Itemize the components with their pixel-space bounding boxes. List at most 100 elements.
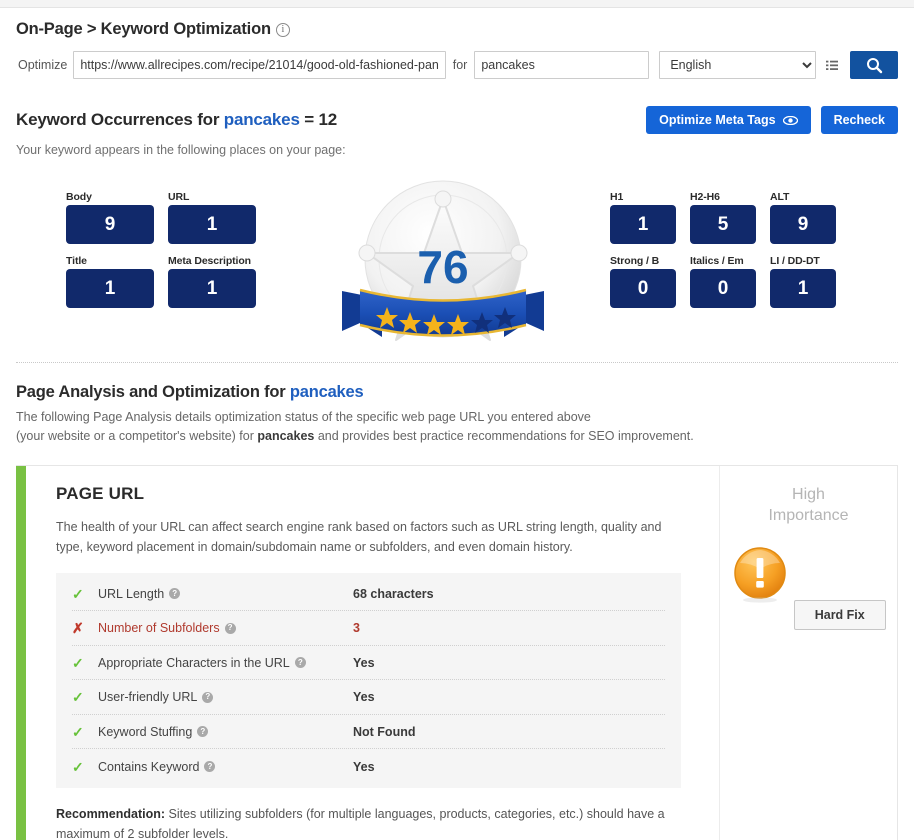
check-label: User-friendly URL <box>98 690 197 704</box>
help-icon[interactable]: ? <box>295 657 306 668</box>
panel-importance-side: High Importance Hard Fix <box>719 466 897 840</box>
table-row: ✓ User-friendly URL ? Yes <box>72 680 665 715</box>
analysis-description-line1: The following Page Analysis details opti… <box>16 408 898 427</box>
check-icon: ✓ <box>72 725 98 739</box>
list-view-button[interactable] <box>820 51 844 79</box>
analysis-keyword: pancakes <box>290 383 364 401</box>
analysis-desc-part-b: and provides best practice recommendatio… <box>314 429 693 443</box>
stat-italics-em: Italics / Em 0 <box>690 255 756 308</box>
help-icon[interactable]: ? <box>202 692 213 703</box>
analysis-title-prefix: Page Analysis and Optimization for <box>16 383 285 401</box>
stat-body: Body 9 <box>66 191 154 244</box>
stat-value: 9 <box>770 205 836 244</box>
stat-label: ALT <box>770 191 836 203</box>
optimize-label: Optimize <box>16 58 73 72</box>
stat-label: Title <box>66 255 154 267</box>
check-label: Number of Subfolders <box>98 621 220 635</box>
stat-value: 0 <box>610 269 676 308</box>
page-analysis-header: Page Analysis and Optimization for panca… <box>0 363 914 447</box>
importance-line1: High <box>730 484 887 506</box>
language-select[interactable]: English <box>659 51 816 79</box>
help-icon[interactable]: ? <box>225 623 236 634</box>
check-icon: ✓ <box>72 690 98 704</box>
help-icon[interactable]: ? <box>197 726 208 737</box>
keyword-input[interactable] <box>474 51 649 79</box>
stats-left-group: Body 9 URL 1 Title 1 Meta Description 1 <box>66 191 256 308</box>
page-header: On-Page > Keyword Optimization i <box>0 8 914 39</box>
stat-li-dd-dt: LI / DD-DT 1 <box>770 255 836 308</box>
optimize-meta-tags-button[interactable]: Optimize Meta Tags <box>646 106 810 134</box>
check-value: Yes <box>353 760 375 774</box>
stat-alt: ALT 9 <box>770 191 836 244</box>
stat-label: Body <box>66 191 154 203</box>
app-page: On-Page > Keyword Optimization i Optimiz… <box>0 0 914 840</box>
analysis-desc-part-a: (your website or a competitor's website)… <box>16 429 257 443</box>
stat-value: 1 <box>610 205 676 244</box>
stat-label: Italics / Em <box>690 255 756 267</box>
occurrences-subtitle: Your keyword appears in the following pl… <box>16 143 898 157</box>
stat-value: 5 <box>690 205 756 244</box>
stat-url: URL 1 <box>168 191 256 244</box>
stats-area: Body 9 URL 1 Title 1 Meta Description 1 … <box>0 161 914 356</box>
check-icon: ✓ <box>72 587 98 601</box>
cross-icon: ✗ <box>72 621 98 635</box>
analysis-description: The following Page Analysis details opti… <box>16 408 898 447</box>
optimize-meta-tags-label: Optimize Meta Tags <box>659 113 775 127</box>
recheck-button[interactable]: Recheck <box>821 106 898 134</box>
check-value: Yes <box>353 690 375 704</box>
check-name-cell: Appropriate Characters in the URL ? <box>98 656 353 670</box>
search-icon <box>866 57 883 74</box>
recommendation-label: Recommendation: <box>56 807 165 821</box>
stat-label: H1 <box>610 191 676 203</box>
score-badge-graphic: 76 <box>336 173 551 353</box>
recommendation: Recommendation: Sites utilizing subfolde… <box>56 804 681 840</box>
occurrences-keyword: pancakes <box>224 110 300 129</box>
check-icon: ✓ <box>72 760 98 774</box>
stat-value: 0 <box>690 269 756 308</box>
warning-icon <box>731 545 789 603</box>
table-row: ✓ URL Length ? 68 characters <box>72 577 665 612</box>
check-label: Appropriate Characters in the URL <box>98 656 290 670</box>
stat-label: Strong / B <box>610 255 676 267</box>
optimize-toolbar: Optimize for English <box>16 50 898 80</box>
importance-line2: Importance <box>730 505 887 527</box>
help-icon[interactable]: ? <box>169 588 180 599</box>
info-icon[interactable]: i <box>276 23 290 37</box>
occurrences-actions: Optimize Meta Tags Recheck <box>646 106 898 134</box>
stat-meta-description: Meta Description 1 <box>168 255 256 308</box>
stat-label: Meta Description <box>168 255 256 267</box>
table-row: ✗ Number of Subfolders ? 3 <box>72 611 665 646</box>
score-badge: 76 <box>336 173 551 353</box>
stat-value: 1 <box>770 269 836 308</box>
stat-h1: H1 1 <box>610 191 676 244</box>
stat-strong-b: Strong / B 0 <box>610 255 676 308</box>
top-strip <box>0 0 914 8</box>
occurrences-title-prefix: Keyword Occurrences for <box>16 110 219 129</box>
url-input[interactable] <box>73 51 445 79</box>
analysis-description-line2: (your website or a competitor's website)… <box>16 427 898 446</box>
hard-fix-button[interactable]: Hard Fix <box>794 600 886 630</box>
stat-value: 1 <box>66 269 154 308</box>
stat-label: LI / DD-DT <box>770 255 836 267</box>
stat-label: H2-H6 <box>690 191 756 203</box>
check-label: Keyword Stuffing <box>98 725 192 739</box>
table-row: ✓ Appropriate Characters in the URL ? Ye… <box>72 646 665 681</box>
table-row: ✓ Contains Keyword ? Yes <box>72 749 665 784</box>
analysis-title: Page Analysis and Optimization for panca… <box>16 383 898 402</box>
search-button[interactable] <box>850 51 898 79</box>
check-value: Yes <box>353 656 375 670</box>
check-value: 68 characters <box>353 587 434 601</box>
for-label: for <box>446 58 475 72</box>
panel-description: The health of your URL can affect search… <box>56 517 681 557</box>
stat-value: 1 <box>168 205 256 244</box>
stat-label: URL <box>168 191 256 203</box>
stat-title: Title 1 <box>66 255 154 308</box>
recheck-label: Recheck <box>834 113 885 127</box>
check-name-cell: Contains Keyword ? <box>98 760 353 774</box>
keyword-occurrences-section: Keyword Occurrences for pancakes = 12 Yo… <box>0 110 914 157</box>
page-url-panel: PAGE URL The health of your URL can affe… <box>16 465 898 840</box>
help-icon[interactable]: ? <box>204 761 215 772</box>
page-title: On-Page > Keyword Optimization i <box>16 20 898 39</box>
occurrences-total: = 12 <box>304 110 337 129</box>
check-value: Not Found <box>353 725 415 739</box>
